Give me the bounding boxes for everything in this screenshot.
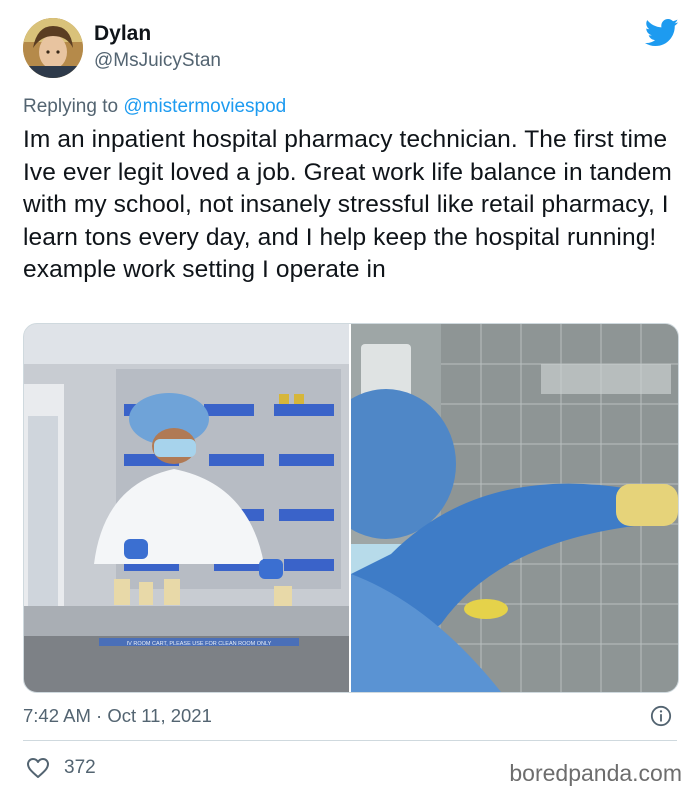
cart-sign: IV ROOM CART, PLEASE USE FOR CLEAN ROOM … — [127, 641, 272, 647]
user-handle[interactable]: @MsJuicyStan — [94, 50, 221, 72]
info-icon[interactable] — [650, 705, 672, 727]
tweet-media[interactable]: IV ROOM CART, PLEASE USE FOR CLEAN ROOM … — [23, 323, 679, 693]
reply-mention-link[interactable]: @mistermoviespod — [123, 96, 286, 117]
avatar-image — [23, 18, 83, 78]
tweet-timestamp[interactable]: 7:42 AM · Oct 11, 2021 — [23, 705, 212, 727]
divider — [23, 740, 677, 741]
watermark: boredpanda.com — [509, 760, 682, 786]
heart-icon[interactable] — [26, 757, 50, 779]
avatar[interactable] — [23, 18, 83, 78]
twitter-bird-icon[interactable] — [645, 18, 679, 48]
user-display-name[interactable]: Dylan — [94, 22, 151, 46]
reply-context: Replying to @mistermoviespod — [23, 96, 286, 118]
tweet-text: Im an inpatient hospital pharmacy techni… — [23, 126, 672, 283]
photo-pharmacy-tech[interactable]: IV ROOM CART, PLEASE USE FOR CLEAN ROOM … — [24, 324, 349, 692]
like-count: 372 — [64, 757, 96, 778]
reply-prefix: Replying to — [23, 96, 119, 117]
photo-clean-room-hood[interactable] — [351, 324, 678, 692]
